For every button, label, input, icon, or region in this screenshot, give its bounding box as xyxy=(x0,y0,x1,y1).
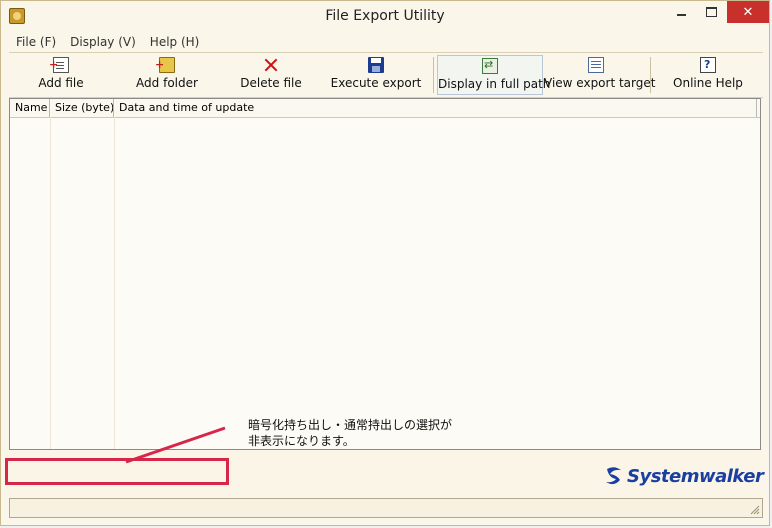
annotation-line-1: 暗号化持ち出し・通常持出しの選択が xyxy=(248,418,453,432)
execute-export-label: Execute export xyxy=(330,76,422,90)
add-folder-label: Add folder xyxy=(136,76,198,90)
menu-bar: File (F) Display (V) Help (H) xyxy=(9,32,761,52)
annotation-text: 暗号化持ち出し・通常持出しの選択が 非表示になります。 xyxy=(248,417,452,449)
column-header-name[interactable]: Name xyxy=(10,99,50,117)
brand-name: Systemwalker xyxy=(627,465,764,487)
toolbar-separator xyxy=(650,57,651,93)
annotation-line-2: 非表示になります。 xyxy=(248,434,355,448)
display-full-path-button[interactable]: Display in full path xyxy=(437,55,551,95)
display-full-path-label: Display in full path xyxy=(438,77,551,91)
save-disk-icon xyxy=(368,57,384,73)
title-bar[interactable]: File Export Utility ✕ xyxy=(1,1,769,32)
add-file-label: Add file xyxy=(38,76,84,90)
execute-export-button[interactable]: Execute export xyxy=(329,55,423,95)
window-title: File Export Utility xyxy=(325,8,445,24)
list-header: Name Size (byte) Data and time of update xyxy=(10,99,760,118)
menu-help[interactable]: Help (H) xyxy=(143,32,207,52)
menu-display[interactable]: Display (V) xyxy=(63,32,143,52)
file-list[interactable]: Name Size (byte) Data and time of update xyxy=(9,98,761,450)
add-folder-icon xyxy=(155,57,175,73)
toolbar-separator xyxy=(433,57,434,93)
view-export-target-button[interactable]: View export target xyxy=(544,55,656,95)
status-bar xyxy=(9,498,763,518)
online-help-button[interactable]: Online Help xyxy=(663,55,753,95)
menu-file[interactable]: File (F) xyxy=(9,32,63,52)
close-icon: ✕ xyxy=(742,4,754,20)
annotation-highlight-box xyxy=(5,458,229,485)
toolbar: Add file Add folder Delete file Execute … xyxy=(9,52,763,98)
minimize-icon xyxy=(676,14,686,16)
systemwalker-logo-icon xyxy=(606,467,621,485)
online-help-label: Online Help xyxy=(673,76,743,90)
column-divider xyxy=(50,117,51,449)
help-icon xyxy=(700,57,716,73)
systemwalker-logo: Systemwalker xyxy=(603,463,764,489)
full-path-icon xyxy=(482,58,498,74)
delete-file-label: Delete file xyxy=(240,76,302,90)
add-file-button[interactable]: Add file xyxy=(19,55,103,95)
maximize-button[interactable] xyxy=(697,1,725,23)
column-divider xyxy=(114,117,115,449)
export-target-icon xyxy=(588,57,604,73)
resize-grip-icon[interactable] xyxy=(750,505,760,515)
delete-icon xyxy=(263,57,279,73)
add-folder-button[interactable]: Add folder xyxy=(125,55,209,95)
close-button[interactable]: ✕ xyxy=(727,1,769,23)
minimize-button[interactable] xyxy=(667,1,695,23)
add-file-icon xyxy=(49,57,69,73)
view-export-target-label: View export target xyxy=(544,76,656,90)
delete-file-button[interactable]: Delete file xyxy=(229,55,313,95)
maximize-icon xyxy=(705,7,717,17)
column-header-date[interactable]: Data and time of update xyxy=(114,99,757,117)
column-header-size[interactable]: Size (byte) xyxy=(50,99,114,117)
